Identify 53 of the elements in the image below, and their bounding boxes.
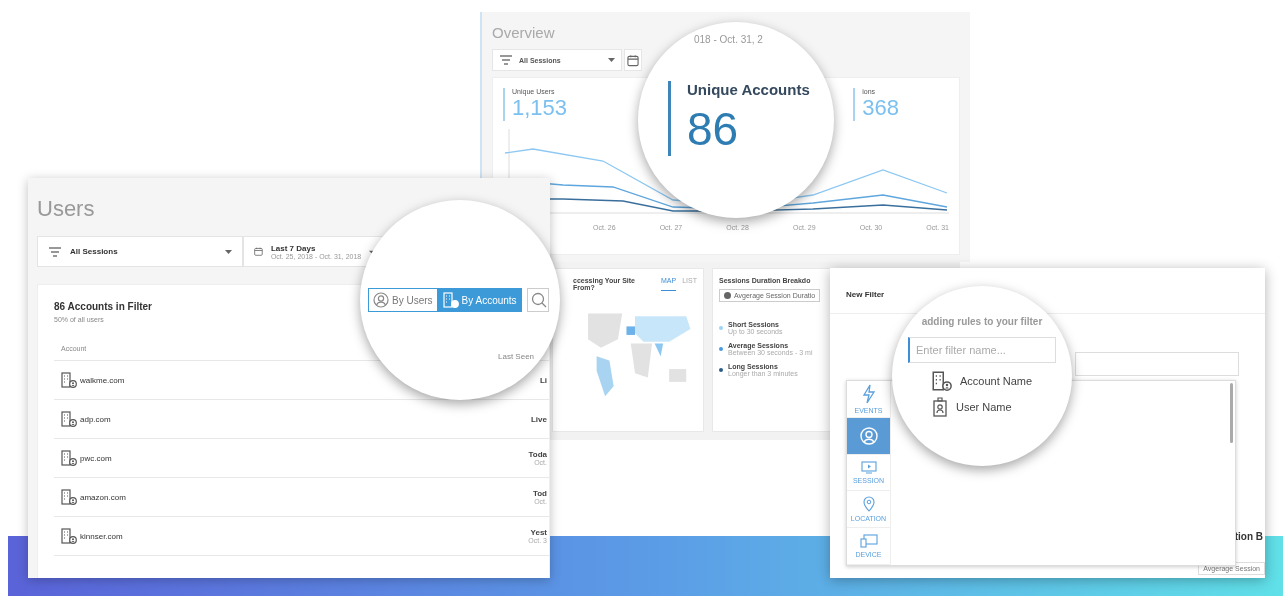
scrollbar[interactable]	[1230, 383, 1233, 443]
account-name[interactable]: walkme.com	[80, 375, 125, 385]
metric-label: Unique Accounts	[687, 81, 810, 98]
building-icon	[61, 450, 77, 466]
column-header: Last Seen	[498, 352, 535, 361]
metric-value: 86	[687, 102, 740, 156]
building-icon	[61, 528, 77, 544]
view-toggle-button[interactable]: By Users	[368, 288, 438, 312]
caret-icon	[225, 249, 232, 254]
search-icon	[530, 292, 547, 308]
building-icon	[61, 372, 77, 388]
user-circle-icon	[373, 292, 389, 308]
last-seen-text: Li	[539, 375, 547, 385]
calendar-icon	[627, 53, 639, 67]
account-name[interactable]: amazon.com	[80, 492, 126, 502]
lightning-icon	[861, 383, 876, 404]
building-icon	[61, 489, 77, 505]
metric-value: 1,153	[512, 95, 568, 121]
date-range-dropdown[interactable]	[624, 49, 642, 71]
building-icon	[932, 371, 952, 391]
metric-value: 368	[862, 95, 899, 121]
id-badge-icon	[932, 397, 948, 417]
caret-icon	[608, 58, 615, 62]
account-name[interactable]: pwc.com	[80, 453, 112, 463]
location-pin-icon	[862, 496, 875, 513]
category-tab[interactable]	[847, 417, 890, 455]
rule-option[interactable]: Account Name	[932, 368, 1033, 394]
filter-name-field[interactable]	[1075, 352, 1239, 376]
rule-option[interactable]: User Name	[932, 394, 1012, 420]
list-heading: 86 Accounts in Filter	[54, 301, 152, 312]
calendar-icon	[254, 245, 263, 258]
last-seen-text: Toda	[528, 450, 547, 459]
session-filter-dropdown[interactable]: All Sessions	[37, 236, 243, 267]
account-name[interactable]: kinnser.com	[80, 531, 123, 541]
devices-icon	[859, 534, 878, 549]
date-range-text: 018 - Oct. 31, 2	[694, 34, 763, 45]
caret-icon	[369, 249, 374, 254]
building-icon	[61, 411, 77, 427]
last-seen-text: Tod	[532, 489, 547, 498]
video-screen-icon	[860, 461, 877, 474]
filter-icon	[499, 54, 513, 66]
last-seen-text: Yest	[529, 528, 547, 537]
instruction-text: adding rules to your filter	[921, 316, 1043, 327]
last-seen-text: Live	[531, 414, 547, 424]
page-title: Overview	[492, 24, 555, 41]
building-icon	[442, 292, 459, 308]
card-title: tion B	[1234, 531, 1263, 542]
filter-icon	[48, 245, 62, 258]
account-name[interactable]: adp.com	[80, 414, 111, 424]
page-title: Users	[37, 196, 96, 222]
search-field[interactable]	[526, 288, 549, 312]
user-circle-icon	[858, 425, 879, 446]
clock-icon	[724, 292, 731, 299]
